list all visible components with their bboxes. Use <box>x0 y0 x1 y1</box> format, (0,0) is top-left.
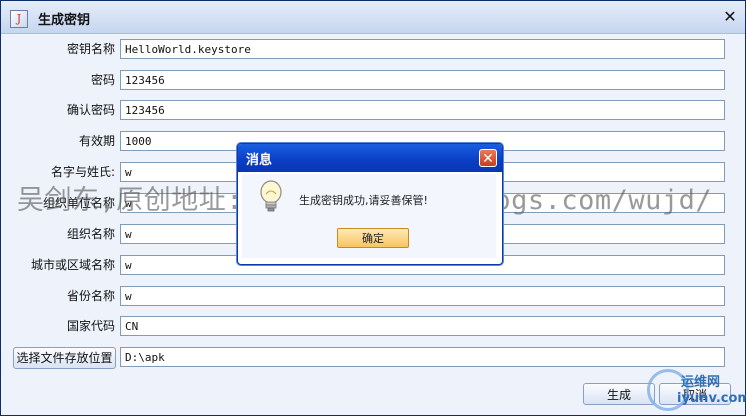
province-field[interactable]: w <box>120 286 725 306</box>
lightbulb-icon <box>260 180 282 212</box>
dialog-close-icon[interactable]: ✕ <box>479 149 497 167</box>
province-label: 省份名称 <box>66 289 115 303</box>
choose-location-button[interactable]: 选择文件存放位置 <box>13 347 116 369</box>
keystore-name-field[interactable]: HelloWorld.keystore <box>120 39 725 59</box>
keygen-window: J 生成密钥 ✕ 密钥名称 HelloWorld.keystore 密码 123… <box>0 0 746 416</box>
city-label: 城市或区域名称 <box>30 258 115 272</box>
logo-line2: iyunv.com <box>677 391 746 406</box>
ok-button[interactable]: 确定 <box>337 228 409 248</box>
password-field[interactable]: 123456 <box>120 70 725 90</box>
org-name-label: 组织名称 <box>66 227 115 241</box>
logo-line1: 运维网 <box>681 375 721 390</box>
location-field[interactable]: D:\apk <box>120 347 725 367</box>
site-logo: 运维网 iyunv.com <box>647 369 746 413</box>
window-titlebar[interactable]: J 生成密钥 ✕ <box>1 1 745 34</box>
validity-label: 有效期 <box>78 134 115 148</box>
password-label: 密码 <box>90 73 115 87</box>
message-dialog: 消息 ✕ 生成密钥成功,请妥善保管! 确定 <box>237 143 503 265</box>
keystore-name-label: 密钥名称 <box>66 42 115 56</box>
confirm-password-label: 确认密码 <box>66 103 115 117</box>
window-close-icon[interactable]: ✕ <box>720 7 740 27</box>
window-title: 生成密钥 <box>38 13 91 28</box>
dialog-title: 消息 <box>246 153 273 168</box>
dialog-titlebar[interactable]: 消息 ✕ <box>238 144 502 172</box>
generate-button[interactable]: 生成 <box>583 383 655 405</box>
dialog-body: 生成密钥成功,请妥善保管! 确定 <box>242 174 496 258</box>
country-code-label: 国家代码 <box>66 319 115 333</box>
dialog-message: 生成密钥成功,请妥善保管! <box>299 194 428 207</box>
confirm-password-field[interactable]: 123456 <box>120 100 725 120</box>
country-code-field[interactable]: CN <box>120 316 725 336</box>
java-app-icon: J <box>10 10 28 28</box>
